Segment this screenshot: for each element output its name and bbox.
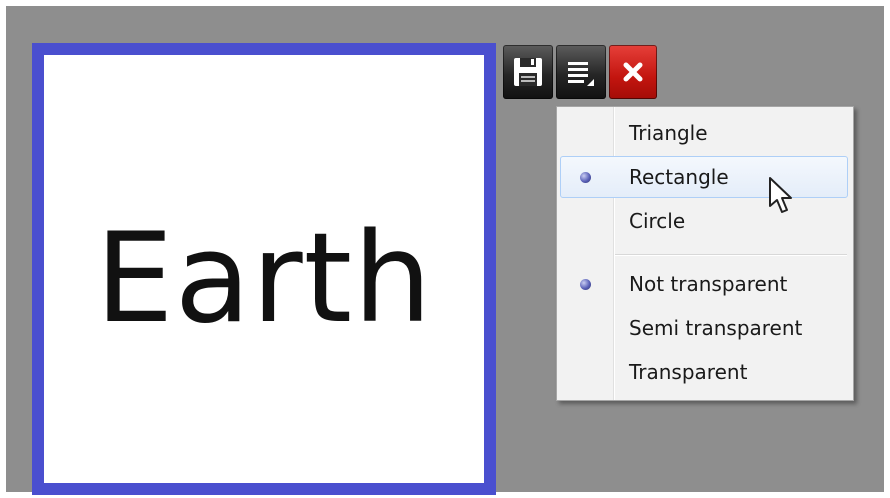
menu-separator [615, 254, 847, 256]
menu-item-rectangle[interactable]: Rectangle [560, 156, 848, 198]
save-button[interactable] [503, 45, 553, 99]
menu-item-not-transparent[interactable]: Not transparent [560, 263, 848, 305]
menu-item-label: Circle [629, 209, 686, 233]
menu-item-transparent[interactable]: Transparent [560, 351, 848, 393]
menu-item-circle[interactable]: Circle [560, 200, 848, 242]
save-icon [514, 58, 542, 86]
close-icon [623, 62, 643, 82]
shape-toolbar [503, 45, 657, 99]
shape-label: Earth [95, 207, 433, 351]
menu-item-label: Semi transparent [629, 316, 803, 340]
radio-bullet-icon [580, 171, 591, 183]
mouse-pointer-icon [769, 177, 792, 213]
menu-item-semi-transparent[interactable]: Semi transparent [560, 307, 848, 349]
menu-item-triangle[interactable]: Triangle [560, 112, 848, 154]
earth-rectangle-shape[interactable]: Earth [32, 43, 496, 495]
context-menu: Triangle Rectangle Circle Not transparen… [556, 106, 854, 401]
menu-item-label: Transparent [629, 360, 748, 384]
radio-bullet-icon [580, 278, 591, 290]
menu-item-label: Not transparent [629, 272, 788, 296]
menu-icon [568, 62, 594, 86]
menu-button[interactable] [556, 45, 606, 99]
menu-item-label: Triangle [629, 121, 708, 145]
close-button[interactable] [609, 45, 657, 99]
menu-item-label: Rectangle [629, 165, 729, 189]
